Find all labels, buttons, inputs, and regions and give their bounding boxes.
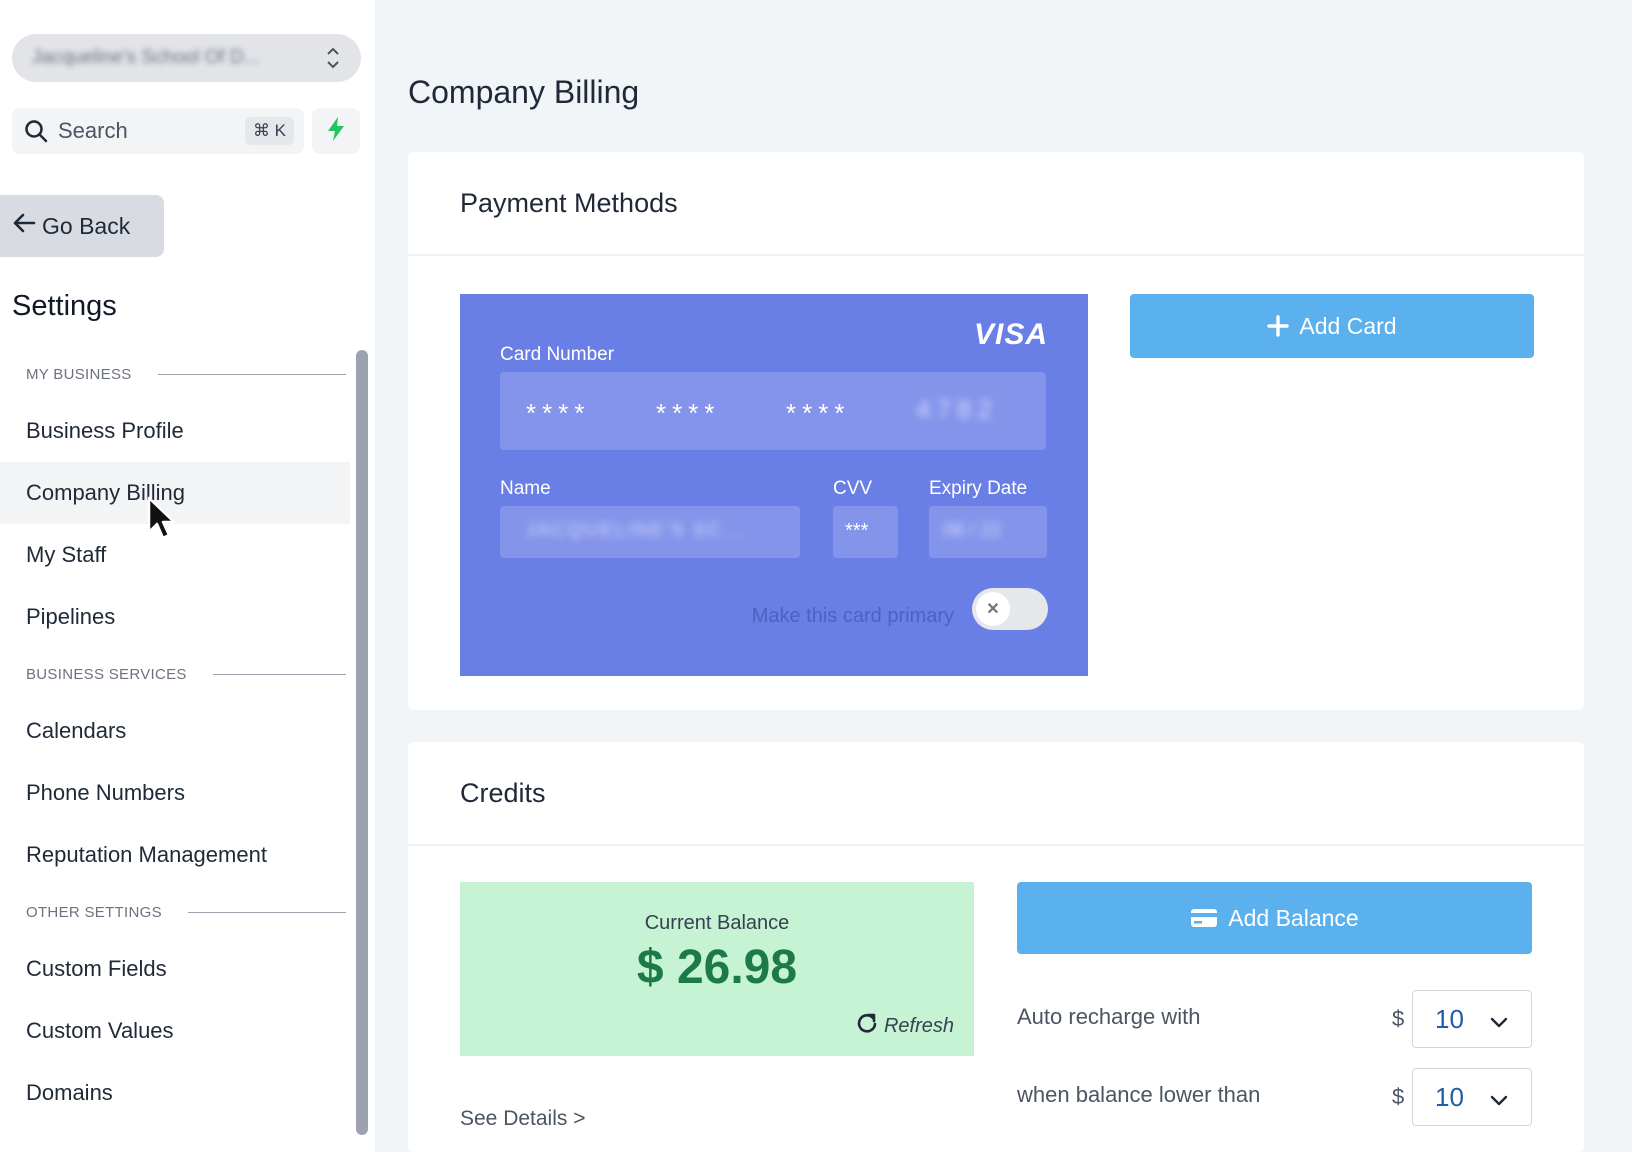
- chevron-down-icon: [1489, 1009, 1509, 1040]
- auto-recharge-currency: $: [1392, 1006, 1405, 1031]
- arrow-left-icon: [12, 212, 42, 240]
- search-label: Search: [58, 118, 128, 143]
- credits-panel: Credits Current Balance $ 26.98 Refresh …: [408, 742, 1584, 1152]
- current-balance-box: Current Balance $ 26.98 Refresh: [460, 882, 974, 1056]
- make-primary-toggle[interactable]: ✕: [972, 588, 1048, 630]
- expiry-label: Expiry Date: [929, 478, 1028, 499]
- cvv-label: CVV: [833, 478, 873, 499]
- go-back-button[interactable]: Go Back: [0, 195, 164, 257]
- refresh-button[interactable]: Refresh: [856, 1012, 954, 1040]
- card-group-1: ****: [526, 398, 591, 428]
- search-button[interactable]: Search ⌘ K: [12, 108, 304, 154]
- nav-item-domains[interactable]: Domains: [0, 1062, 350, 1124]
- card-group-2: ****: [656, 398, 721, 428]
- payment-methods-title: Payment Methods: [408, 152, 1584, 256]
- add-card-label: Add Card: [1299, 312, 1397, 339]
- current-balance-value: $ 26.98: [636, 941, 798, 994]
- nav-item-custom-values[interactable]: Custom Values: [0, 1000, 350, 1062]
- account-switcher[interactable]: Jacqueline's School Of D...: [12, 34, 361, 82]
- card-group-3: ****: [786, 398, 851, 428]
- nav-item-custom-fields[interactable]: Custom Fields: [0, 938, 350, 1000]
- go-back-label: Go Back: [42, 212, 131, 239]
- add-balance-label: Add Balance: [1228, 904, 1359, 931]
- expiry-value: 06 / 22: [943, 520, 1002, 541]
- nav-item-reputation-management[interactable]: Reputation Management: [0, 824, 350, 886]
- add-card-button[interactable]: Add Card: [1130, 294, 1534, 358]
- settings-title: Settings: [12, 290, 117, 322]
- threshold-currency: $: [1392, 1084, 1405, 1109]
- cvv-field[interactable]: ***: [833, 506, 898, 558]
- payment-methods-panel: Payment Methods VISA Card Number **** **…: [408, 152, 1584, 710]
- make-primary-label: Make this card primary: [751, 605, 954, 627]
- divider: [157, 373, 346, 375]
- card-number-field[interactable]: **** **** **** 4782: [500, 372, 1046, 450]
- visa-logo: VISA: [973, 318, 1048, 351]
- sidebar: Jacqueline's School Of D... Search ⌘ K G…: [0, 0, 375, 1152]
- section-title: BUSINESS SERVICES: [26, 665, 187, 683]
- nav-item-calendars[interactable]: Calendars: [0, 700, 350, 762]
- section-title: OTHER SETTINGS: [26, 903, 162, 921]
- name-value: JACQUELINE'S SC...: [526, 520, 746, 541]
- sidebar-scrollbar[interactable]: [356, 350, 368, 1135]
- chevron-updown-icon: [325, 45, 341, 71]
- divider: [187, 911, 346, 913]
- card-last-four: 4782: [916, 394, 998, 424]
- cvv-value: ***: [845, 520, 869, 542]
- close-icon: ✕: [976, 592, 1010, 626]
- account-name: Jacqueline's School Of D...: [32, 47, 260, 68]
- nav-item-business-profile[interactable]: Business Profile: [0, 400, 350, 462]
- mouse-cursor-icon: [146, 496, 182, 549]
- section-title: MY BUSINESS: [26, 365, 132, 383]
- search-shortcut: ⌘ K: [244, 117, 294, 145]
- chevron-down-icon: [1489, 1087, 1509, 1118]
- auto-recharge-select[interactable]: 10: [1412, 990, 1532, 1048]
- refresh-icon: [856, 1012, 884, 1040]
- threshold-select[interactable]: 10: [1412, 1068, 1532, 1126]
- add-balance-button[interactable]: Add Balance: [1017, 882, 1532, 954]
- card-number-label: Card Number: [500, 344, 615, 365]
- credit-card: VISA Card Number **** **** **** 4782 Nam…: [460, 294, 1088, 676]
- plus-icon: [1267, 315, 1290, 337]
- credit-card-icon: [1190, 907, 1218, 929]
- auto-recharge-label: Auto recharge with: [1017, 1004, 1201, 1029]
- settings-nav: MY BUSINESS Business Profile Company Bil…: [0, 348, 350, 1124]
- name-field[interactable]: JACQUELINE'S SC...: [500, 506, 800, 558]
- name-label: Name: [500, 478, 551, 499]
- page-title: Company Billing: [408, 74, 640, 110]
- divider: [212, 673, 346, 675]
- refresh-label: Refresh: [883, 1014, 954, 1037]
- lightning-icon: [325, 116, 347, 147]
- section-my-business: MY BUSINESS: [0, 348, 350, 400]
- nav-item-pipelines[interactable]: Pipelines: [0, 586, 350, 648]
- section-other-settings: OTHER SETTINGS: [0, 886, 350, 938]
- see-details-link[interactable]: See Details >: [460, 1107, 586, 1131]
- threshold-label: when balance lower than: [1017, 1082, 1261, 1107]
- auto-recharge-value: 10: [1435, 1003, 1464, 1034]
- expiry-field[interactable]: 06 / 22: [929, 506, 1047, 558]
- nav-item-phone-numbers[interactable]: Phone Numbers: [0, 762, 350, 824]
- credits-title: Credits: [408, 742, 1584, 846]
- quick-action-button[interactable]: [312, 108, 360, 154]
- section-business-services: BUSINESS SERVICES: [0, 648, 350, 700]
- threshold-value: 10: [1435, 1081, 1464, 1112]
- current-balance-label: Current Balance: [644, 912, 790, 934]
- search-icon: [22, 117, 50, 145]
